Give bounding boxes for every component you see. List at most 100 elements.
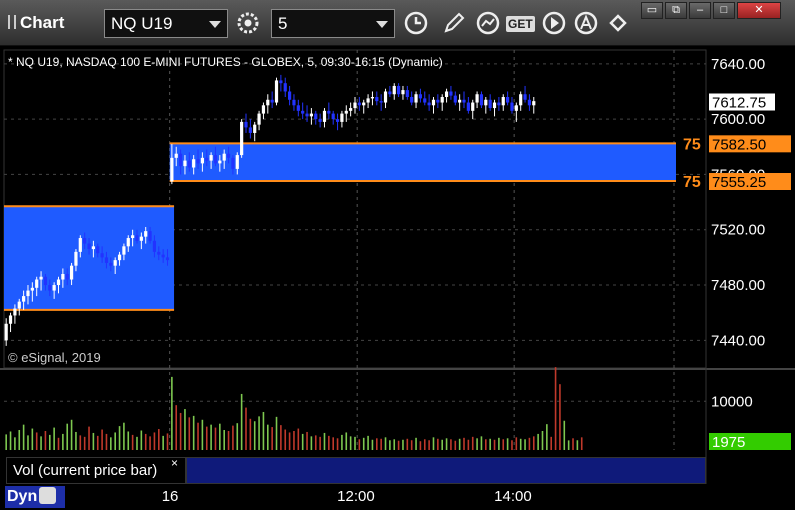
level-price-label: 7555.25 [712, 174, 766, 191]
candle-body [122, 246, 126, 255]
chevron-down-icon[interactable] [209, 21, 221, 28]
price-tick-label: 7440.00 [711, 332, 765, 349]
candle-body [139, 236, 143, 241]
gear-icon[interactable] [234, 10, 262, 38]
candle-body [144, 231, 148, 237]
minimize-icon[interactable]: – [689, 2, 711, 19]
candle-body [292, 99, 296, 106]
pencil-icon[interactable] [440, 10, 468, 38]
candle-body [52, 285, 56, 291]
candle-body [423, 98, 427, 103]
app-title[interactable]: Chart [8, 13, 64, 33]
candle-body [209, 155, 213, 161]
candle-body [523, 94, 527, 100]
candle-body [383, 91, 388, 103]
vol-legend[interactable]: Vol (current price bar) [6, 457, 186, 484]
candle-body [213, 155, 218, 164]
candle-body [453, 95, 457, 103]
alert-icon[interactable] [572, 10, 600, 38]
time-tick-label: 14:00 [494, 488, 532, 505]
link-icon[interactable] [604, 10, 632, 38]
candle-body [253, 124, 257, 133]
time-tick-label: 16 [161, 488, 179, 505]
vol-legend-label: Vol (current price bar) [13, 462, 158, 479]
study-icon[interactable] [474, 10, 502, 38]
candle-body [514, 105, 518, 111]
candle-body [397, 85, 401, 95]
candle-body [475, 94, 479, 103]
candle-body [196, 159, 200, 164]
candle-body [126, 238, 130, 247]
chart-canvas[interactable]: 7640.007600.007560.007520.007480.007440.… [0, 46, 795, 484]
candle-body [349, 108, 353, 111]
candle-body [492, 102, 497, 109]
price-tick-label: 7640.00 [711, 56, 765, 73]
candle-body [379, 101, 383, 103]
candle-body [78, 238, 82, 252]
symbol-combo[interactable]: NQ U19 [104, 9, 228, 38]
candle-body [205, 157, 209, 161]
candle-body [532, 101, 536, 106]
get-data-icon[interactable]: GET [506, 10, 535, 38]
candle-body [192, 159, 196, 168]
candle-body [331, 113, 335, 120]
candle-body [296, 105, 300, 111]
candle-body [87, 243, 91, 250]
candle-body [305, 113, 309, 117]
pin-icon[interactable]: ▭ [641, 2, 663, 19]
link-window-icon[interactable]: ⧉ [665, 2, 687, 19]
grip-icon[interactable] [8, 15, 16, 29]
candle-body [362, 102, 366, 106]
candle-body [279, 80, 283, 84]
clock-icon[interactable] [402, 10, 430, 38]
toolbar: Chart NQ U19 5 GET ▭ ⧉ – □ ✕ [0, 0, 795, 46]
app-title-label: Chart [20, 13, 65, 32]
candle-body [152, 240, 157, 252]
candle-body [506, 97, 510, 103]
dyn-label: Dyn [7, 488, 38, 505]
close-icon[interactable]: × [171, 456, 178, 470]
candle-body [309, 113, 313, 117]
candle-body [440, 97, 444, 103]
candle-body [100, 253, 104, 258]
candle-body [344, 110, 348, 114]
candle-body [135, 235, 139, 241]
candle-body [248, 127, 252, 133]
candle-body [427, 102, 431, 106]
candle-body [4, 323, 8, 341]
candle-body [165, 257, 170, 261]
interval-combo[interactable]: 5 [271, 9, 395, 38]
last-price-label: 7612.75 [712, 95, 766, 112]
candle-body [527, 99, 532, 106]
candle-body [240, 121, 244, 156]
level-price-label: 7582.50 [712, 136, 766, 153]
volume-last-label: 1975 [712, 434, 745, 451]
candle-body [484, 99, 488, 106]
candle-body [218, 160, 222, 164]
candle-body [26, 290, 30, 297]
candle-body [231, 157, 235, 169]
candle-body [174, 153, 178, 158]
candle-body [357, 102, 361, 106]
maximize-icon[interactable]: □ [713, 2, 735, 19]
candle-body [61, 273, 65, 280]
candle-body [466, 102, 470, 111]
candle-body [157, 251, 161, 255]
copyright-text: © eSignal, 2019 [8, 350, 101, 365]
lock-icon[interactable] [39, 487, 57, 504]
candle-body [109, 262, 113, 266]
chevron-down-icon[interactable] [376, 21, 388, 28]
candle-body [69, 265, 74, 280]
close-icon[interactable]: ✕ [737, 2, 781, 19]
interval-value: 5 [278, 14, 288, 33]
candle-body [501, 97, 505, 106]
candle-body [170, 157, 174, 182]
volume-tick-label: 10000 [711, 393, 753, 410]
candle-body [39, 276, 43, 280]
candle-body [392, 85, 396, 95]
play-icon[interactable] [540, 10, 568, 38]
candle-body [274, 80, 279, 103]
candle-body [148, 231, 152, 241]
vol-legend-bar [186, 457, 706, 484]
dynamic-toggle[interactable]: Dyn [5, 486, 65, 508]
